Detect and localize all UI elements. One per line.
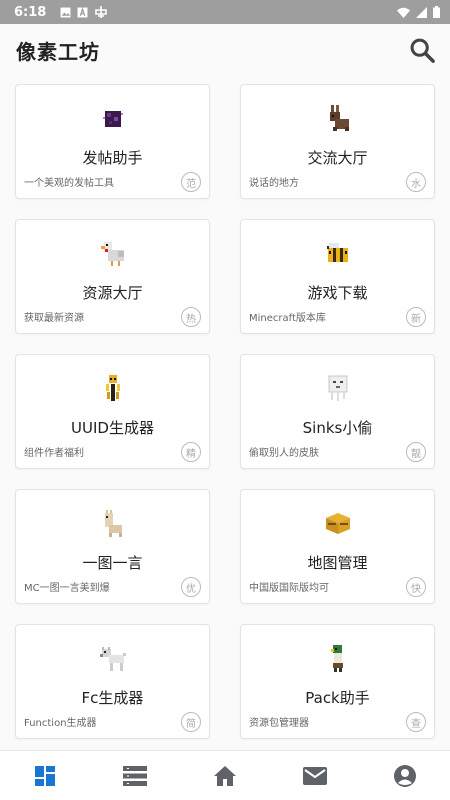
card-badge: 快 xyxy=(406,577,426,597)
blaze-icon xyxy=(105,375,120,401)
card-pack-helper[interactable]: Pack助手 资源包管理器 查 xyxy=(240,624,435,739)
wolf-icon xyxy=(99,647,126,671)
list-icon xyxy=(123,765,147,786)
duck-villager-icon xyxy=(330,645,343,672)
nav-account[interactable] xyxy=(385,756,425,796)
card-description: 一个美观的发帖工具 xyxy=(24,178,114,189)
card-title: 资源大厅 xyxy=(82,284,143,302)
account-icon xyxy=(394,764,416,787)
wifi-icon xyxy=(397,7,410,18)
nav-mail[interactable] xyxy=(295,756,335,796)
card-uuid-generator[interactable]: UUID生成器 组件作者福利 精 xyxy=(15,354,210,469)
home-icon xyxy=(214,765,236,786)
battery-icon xyxy=(433,6,440,18)
card-badge: 查 xyxy=(406,712,426,732)
card-function-generator[interactable]: Fc生成器 Function生成器 简 xyxy=(15,624,210,739)
dashboard-icon xyxy=(35,765,55,786)
image-icon xyxy=(60,7,71,17)
card-badge: 简 xyxy=(181,712,201,732)
hay-block-icon xyxy=(325,513,350,534)
feature-grid: 发帖助手 一个美观的发帖工具 范 交流大厅 说话的地方 水 资源大厅 获取最新资… xyxy=(15,84,435,739)
nav-dashboard[interactable] xyxy=(25,756,65,796)
nav-list[interactable] xyxy=(115,756,155,796)
card-picture-quote[interactable]: 一图一言 MC一图一言美到爆 优 xyxy=(15,489,210,604)
rabbit-icon xyxy=(329,105,349,131)
card-badge: 范 xyxy=(181,172,201,192)
mail-icon xyxy=(303,766,327,785)
card-description: 中国版国际版均可 xyxy=(249,583,329,594)
card-badge: 优 xyxy=(181,577,201,597)
card-title: Pack助手 xyxy=(305,689,370,707)
card-description: Function生成器 xyxy=(24,718,97,729)
card-description: 获取最新资源 xyxy=(24,313,84,324)
ender-block-icon xyxy=(102,111,123,127)
card-title: 游戏下载 xyxy=(307,284,368,302)
page-title: 像素工坊 xyxy=(16,39,100,64)
search-icon[interactable] xyxy=(408,36,436,64)
card-badge: 精 xyxy=(181,442,201,462)
card-badge: 水 xyxy=(406,172,426,192)
app-bar: 像素工坊 xyxy=(0,24,450,76)
status-time: 6:18 xyxy=(14,4,47,20)
card-badge: 新 xyxy=(406,307,426,327)
card-title: 发帖助手 xyxy=(82,149,143,167)
card-badge: 靓 xyxy=(406,442,426,462)
app-logo-icon xyxy=(95,6,108,18)
card-title: UUID生成器 xyxy=(71,419,154,437)
card-title: Sinks小偷 xyxy=(302,419,373,437)
card-map-manager[interactable]: 地图管理 中国版国际版均可 快 xyxy=(240,489,435,604)
card-game-download[interactable]: 游戏下载 Minecraft版本库 新 xyxy=(240,219,435,334)
card-chat-hall[interactable]: 交流大厅 说话的地方 水 xyxy=(240,84,435,199)
card-description: 偷取别人的皮肤 xyxy=(249,448,319,459)
status-bar: 6:18 xyxy=(0,0,450,24)
card-description: 组件作者福利 xyxy=(24,448,84,459)
card-description: MC一图一言美到爆 xyxy=(24,583,110,594)
card-title: 交流大厅 xyxy=(307,149,368,167)
llama-icon xyxy=(104,510,122,537)
bottom-navigation xyxy=(0,750,450,800)
chicken-icon xyxy=(100,242,124,266)
signal-icon xyxy=(416,6,427,18)
card-description: 说话的地方 xyxy=(249,178,299,189)
card-description: Minecraft版本库 xyxy=(249,313,326,324)
card-title: 一图一言 xyxy=(82,554,143,572)
card-skin-stealer[interactable]: Sinks小偷 偷取别人的皮肤 靓 xyxy=(240,354,435,469)
a-icon xyxy=(77,6,88,17)
card-title: Fc生成器 xyxy=(81,689,144,707)
card-badge: 热 xyxy=(181,307,201,327)
card-description: 资源包管理器 xyxy=(249,718,309,729)
ghast-icon xyxy=(328,375,347,401)
bee-icon xyxy=(326,243,348,262)
card-post-helper[interactable]: 发帖助手 一个美观的发帖工具 范 xyxy=(15,84,210,199)
card-title: 地图管理 xyxy=(307,554,368,572)
card-resource-hall[interactable]: 资源大厅 获取最新资源 热 xyxy=(15,219,210,334)
nav-home[interactable] xyxy=(205,756,245,796)
